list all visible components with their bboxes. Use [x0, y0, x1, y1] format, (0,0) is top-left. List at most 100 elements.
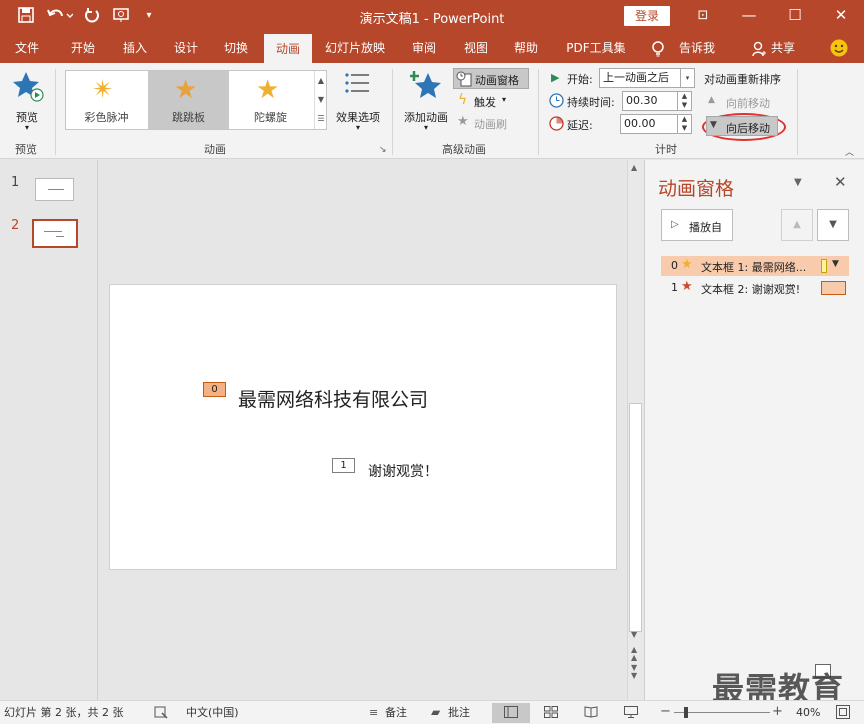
animation-pane-title: 动画窗格	[658, 178, 735, 200]
zoom-out-icon[interactable]: −	[660, 704, 671, 719]
tab-pdf-tools[interactable]: PDF工具集	[556, 33, 636, 63]
slide-vertical-scrollbar[interactable]: ▲ ▼ ▲ ▲ ▼ ▼	[627, 160, 643, 700]
tab-transitions[interactable]: 切换	[211, 33, 261, 63]
gallery-item-pulse[interactable]: ✴ 彩色脉冲	[66, 71, 147, 129]
fit-to-window-icon[interactable]	[836, 705, 850, 722]
slide-sorter-icon[interactable]	[544, 706, 558, 721]
slide-thumbnail-1[interactable]	[35, 178, 74, 201]
delay-input[interactable]: 00.00	[620, 114, 678, 134]
preview-button[interactable]: 预览 ▾	[6, 67, 48, 133]
smiley-icon[interactable]	[830, 39, 848, 57]
teeter-star-icon: ★	[174, 75, 198, 105]
next-slide-icon[interactable]: ▼ ▼	[631, 664, 637, 680]
slide-thanks-textbox[interactable]: 谢谢观赏！	[368, 461, 438, 481]
gallery-item-teeter[interactable]: ★ 跳跳板	[148, 71, 229, 129]
zoom-slider-thumb[interactable]	[684, 707, 688, 718]
group-label-preview: 预览	[15, 143, 37, 156]
tab-view[interactable]: 视图	[450, 33, 502, 63]
animation-tag-1[interactable]: 1	[332, 458, 355, 473]
start-play-icon: ▶	[551, 71, 560, 84]
zoom-level[interactable]: 40%	[796, 706, 820, 720]
start-select[interactable]: 上一动画之后	[599, 68, 681, 88]
close-button[interactable]: ✕	[818, 0, 864, 33]
trigger-label: 触发	[474, 96, 496, 109]
play-from-label: 播放自	[689, 221, 722, 234]
add-animation-button[interactable]: 添加动画 ▾	[400, 67, 452, 133]
slideshow-view-icon[interactable]	[624, 706, 638, 721]
gallery-scroll[interactable]: ▲ ▼ ☰	[314, 71, 327, 129]
dialog-launcher-icon[interactable]: ↘	[379, 145, 387, 155]
prev-slide-icon[interactable]: ▲ ▲	[631, 646, 637, 662]
share-button[interactable]: 共享	[766, 33, 800, 63]
tab-animations[interactable]: 动画	[264, 34, 312, 63]
play-from-button[interactable]: ▷ 播放自	[661, 209, 733, 241]
tab-insert[interactable]: 插入	[109, 33, 161, 63]
effect-options-button[interactable]: 效果选项 ▾	[332, 69, 384, 132]
item-index: 1	[671, 281, 678, 294]
timing-bar[interactable]	[821, 259, 827, 273]
title-bar: ▾ 演示文稿1 - PowerPoint 登录 ⊡ — ☐ ✕	[0, 0, 864, 33]
delay-spinner[interactable]: ▲ ▼	[678, 114, 692, 134]
animation-list-item[interactable]: 1 ★ 文本框 2: 谢谢观赏!	[661, 278, 849, 298]
slide-title-textbox[interactable]: 最需网络科技有限公司	[238, 385, 428, 412]
gallery-item-spin[interactable]: ★ 陀螺旋	[230, 71, 311, 129]
lightbulb-icon[interactable]	[651, 41, 665, 57]
comments-icon[interactable]: ▰	[431, 705, 440, 719]
duration-spinner[interactable]: ▲ ▼	[678, 91, 692, 111]
animation-painter-button[interactable]: ★ 动画刷	[456, 114, 516, 132]
slide-info: 幻灯片 第 2 张，共 2 张	[4, 706, 124, 719]
tab-review[interactable]: 审阅	[400, 33, 448, 63]
maximize-button[interactable]: ☐	[772, 0, 818, 33]
accessibility-icon[interactable]	[154, 705, 168, 722]
current-slide[interactable]: 0 最需网络科技有限公司 1 谢谢观赏！	[109, 284, 617, 570]
login-button[interactable]: 登录	[624, 6, 670, 26]
tab-design[interactable]: 设计	[161, 33, 211, 63]
collapse-ribbon-icon[interactable]: ︿	[845, 145, 854, 158]
trigger-dropdown-icon: ▾	[502, 95, 507, 104]
tab-slideshow[interactable]: 幻灯片放映	[318, 33, 392, 63]
start-select-arrow[interactable]: ▾	[681, 68, 695, 88]
comments-button[interactable]: 批注	[448, 706, 470, 720]
preview-star-icon	[12, 70, 44, 105]
pane-options-icon[interactable]: ▼	[794, 177, 802, 188]
scroll-down-icon[interactable]: ▼	[631, 630, 637, 639]
scroll-thumb[interactable]	[629, 403, 642, 632]
tab-home[interactable]: 开始	[57, 33, 109, 63]
move-later-button[interactable]: ▼ 向后移动	[706, 116, 778, 136]
slide-thumbnail-2[interactable]	[32, 219, 78, 248]
tab-file[interactable]: 文件	[3, 33, 51, 63]
emphasis-star-icon: ★	[681, 257, 693, 272]
animation-pane-label: 动画窗格	[475, 74, 519, 87]
painter-label: 动画刷	[474, 118, 507, 131]
scroll-up-icon[interactable]: ▲	[631, 163, 637, 172]
animation-pane-button[interactable]: 动画窗格	[453, 68, 529, 89]
minimize-button[interactable]: —	[726, 0, 772, 33]
pane-close-icon[interactable]: ✕	[834, 173, 847, 191]
add-animation-dropdown-icon: ▾	[423, 123, 428, 132]
notes-button[interactable]: 备注	[385, 706, 407, 720]
zoom-in-icon[interactable]: +	[772, 704, 783, 719]
normal-view-button[interactable]	[492, 703, 530, 723]
zoom-slider-track[interactable]	[674, 712, 770, 713]
effect-options-icon	[344, 71, 370, 102]
animation-list-item[interactable]: 0 ★ 文本框 1: 最需网络... ▼	[661, 256, 849, 276]
share-person-icon[interactable]	[752, 41, 766, 57]
duration-label: 持续时间:	[567, 96, 615, 109]
lightning-icon: ϟ	[458, 92, 468, 108]
duration-input[interactable]: 00.30	[622, 91, 678, 111]
ribbon-tabs: 文件 开始 插入 设计 切换 动画 幻灯片放映 审阅 视图 帮助 PDF工具集 …	[0, 33, 864, 63]
move-down-button[interactable]: ▼	[817, 209, 849, 241]
animation-tag-0[interactable]: 0	[203, 382, 226, 397]
tell-me-search[interactable]: 告诉我	[672, 33, 722, 63]
timing-bar[interactable]	[821, 281, 846, 295]
trigger-button[interactable]: ϟ 触发 ▾	[456, 92, 516, 110]
item-dropdown-icon[interactable]: ▼	[832, 259, 839, 269]
move-earlier-button[interactable]: ▲ 向前移动	[708, 94, 778, 110]
tab-help[interactable]: 帮助	[502, 33, 550, 63]
move-up-button[interactable]: ▲	[781, 209, 813, 241]
language-indicator[interactable]: 中文(中国)	[186, 706, 239, 720]
ribbon-display-icon[interactable]: ⊡	[680, 0, 726, 33]
reading-view-icon[interactable]	[584, 706, 598, 721]
notes-icon[interactable]: ≡	[369, 706, 378, 719]
ribbon-animations: 预览 ▾ 预览 ✴ 彩色脉冲 ★ 跳跳板 ★ 陀螺旋 ▲ ▼ ☰ 效果选项 ▾ 动画…	[0, 63, 864, 159]
